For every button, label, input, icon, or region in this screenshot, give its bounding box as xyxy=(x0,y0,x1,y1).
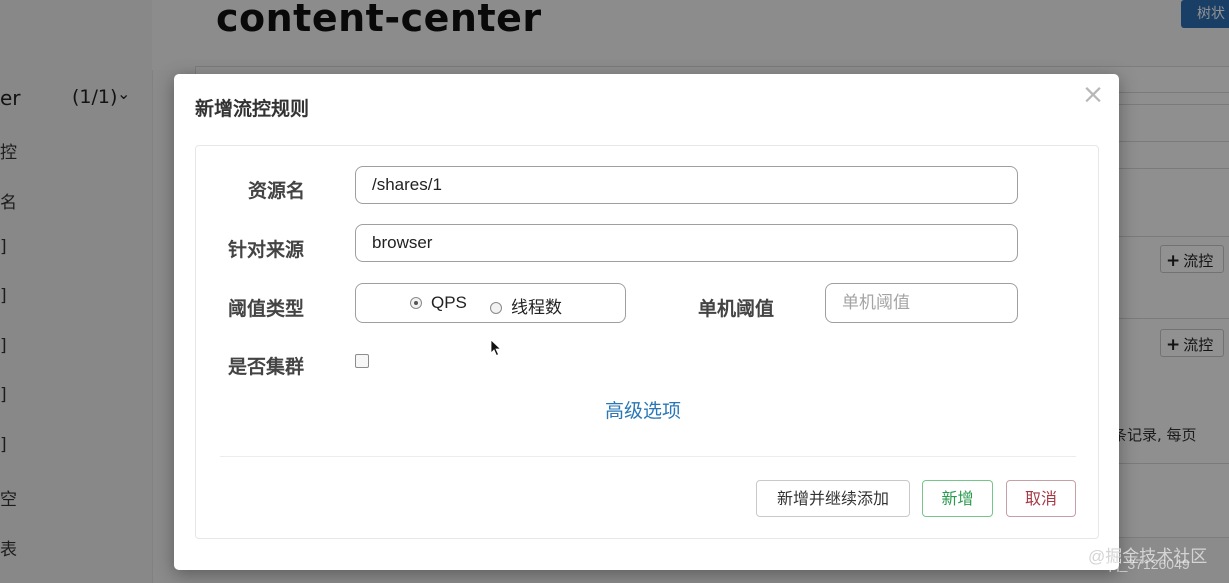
add-flow-rule-dialog: 新增流控规则 × 资源名 针对来源 阈值类型 QPS 线程数 单机阈值 是否集群… xyxy=(174,74,1119,570)
radio-checked-icon xyxy=(410,297,422,309)
resource-name-input[interactable] xyxy=(355,166,1018,204)
mouse-pointer-icon xyxy=(490,339,502,357)
resource-name-label: 资源名 xyxy=(248,180,306,202)
watermark-url: https://blog.csdn xyxy=(978,554,1073,569)
threshold-type-radio-group: QPS 线程数 xyxy=(355,283,626,323)
radio-option-label: QPS xyxy=(431,293,467,312)
cluster-label: 是否集群 xyxy=(228,356,305,378)
advanced-options-link[interactable]: 高级选项 xyxy=(605,396,681,423)
add-button[interactable]: 新增 xyxy=(922,480,993,517)
origin-label: 针对来源 xyxy=(228,239,305,261)
watermark-site: qq_37126049 xyxy=(1104,556,1190,572)
form-divider xyxy=(220,456,1076,457)
single-threshold-label: 单机阈值 xyxy=(698,298,775,320)
threshold-type-label: 阈值类型 xyxy=(228,298,305,320)
radio-option-threads[interactable]: 线程数 xyxy=(490,293,562,318)
origin-input[interactable] xyxy=(355,224,1018,262)
watermark: https://blog.csdn @掘金技术社区 xyxy=(978,542,1207,569)
add-and-continue-button[interactable]: 新增并继续添加 xyxy=(756,480,910,517)
radio-unchecked-icon xyxy=(490,302,502,314)
cancel-button[interactable]: 取消 xyxy=(1006,480,1076,517)
dialog-title: 新增流控规则 xyxy=(195,98,310,120)
close-icon[interactable]: × xyxy=(1081,81,1105,108)
radio-option-qps[interactable]: QPS xyxy=(410,293,467,313)
rule-form: 资源名 针对来源 阈值类型 QPS 线程数 单机阈值 是否集群 高级选项 新增并… xyxy=(195,145,1099,539)
cluster-checkbox[interactable] xyxy=(355,354,369,368)
single-threshold-input[interactable] xyxy=(825,283,1018,323)
radio-option-label: 线程数 xyxy=(511,298,562,317)
